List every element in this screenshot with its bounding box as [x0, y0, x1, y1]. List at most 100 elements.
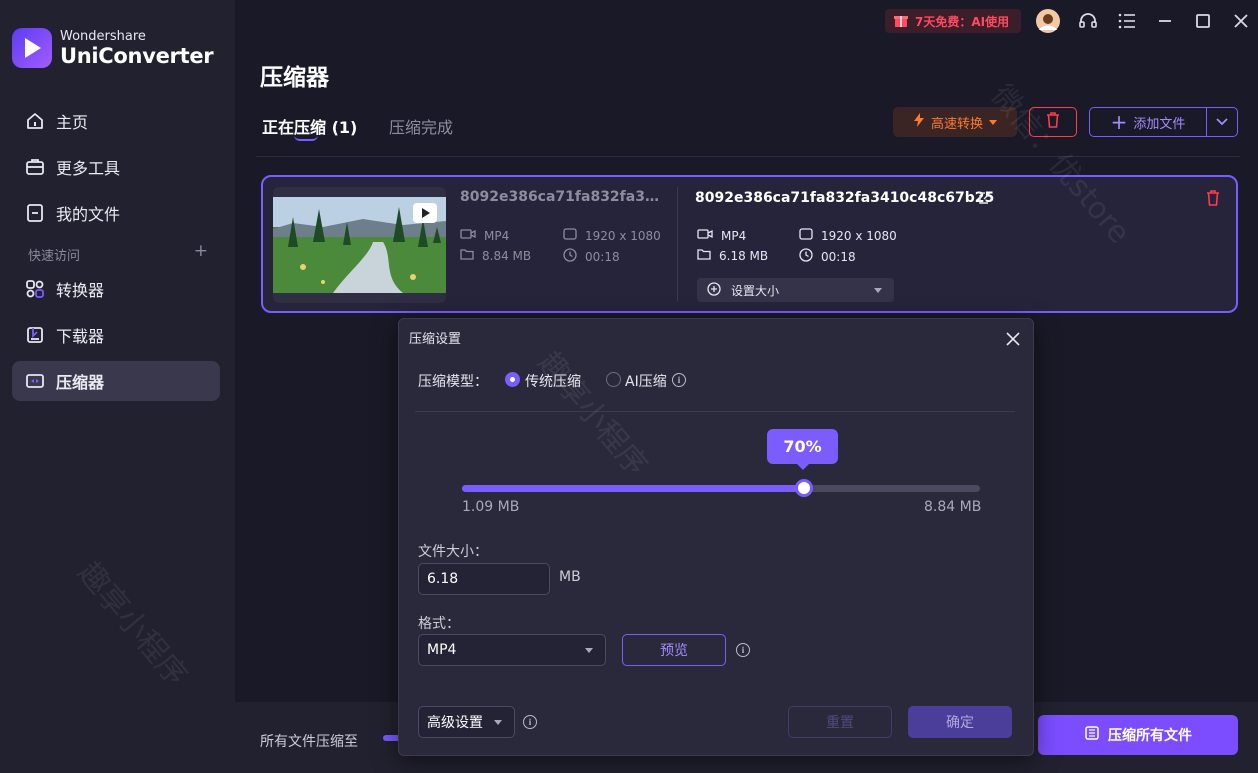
target-size-value: 6.18 MB — [719, 248, 769, 263]
file-card[interactable]: 8092e386ca71fa832fa3410c48c67b25 MP4 8.8… — [261, 175, 1238, 313]
converter-icon — [24, 278, 46, 300]
resolution-icon — [799, 228, 813, 243]
compress-all-button[interactable]: 压缩所有文件 — [1038, 715, 1238, 755]
page-title: 压缩器 — [260, 65, 329, 91]
menu-icon[interactable] — [1115, 9, 1139, 33]
clock-icon — [563, 248, 577, 265]
sidebar-item-label: 压缩器 — [56, 373, 105, 392]
file-size-input[interactable] — [418, 563, 550, 595]
minimize-icon[interactable] — [1153, 9, 1177, 33]
trash-icon[interactable] — [1206, 190, 1220, 210]
close-icon[interactable] — [1229, 9, 1253, 33]
tab-completed[interactable]: 压缩完成 — [389, 114, 453, 138]
format-label: 格式： — [418, 616, 460, 632]
source-format: MP4 — [460, 228, 509, 243]
sidebar-item-label: 我的文件 — [56, 205, 121, 224]
video-thumbnail[interactable] — [273, 187, 446, 303]
logo-icon — [12, 28, 52, 68]
sidebar-item-more-tools[interactable]: 更多工具 — [12, 147, 220, 187]
sidebar-item-downloader[interactable]: 下载器 — [12, 315, 220, 355]
slider-fill — [462, 485, 804, 492]
quick-access-label: 快速访问 — [28, 249, 81, 264]
app-logo: Wondershare UniConverter — [12, 28, 214, 68]
radio-ai[interactable] — [606, 372, 621, 387]
sidebar-item-label: 主页 — [56, 113, 89, 132]
promo-badge[interactable]: 7天免费：AI使用 — [885, 9, 1021, 33]
target-filename: 8092e386ca71fa832fa3410c48c67b25 — [695, 190, 995, 206]
sidebar-item-label: 更多工具 — [56, 159, 121, 178]
add-quick-access-button[interactable]: + — [194, 243, 208, 264]
compression-settings-dialog: 压缩设置 压缩模型： 传统压缩 AI压缩 i 70% 1.09 MB 8.84 … — [398, 318, 1034, 756]
reset-button[interactable]: 重置 — [788, 706, 892, 738]
source-resolution: 1920 x 1080 — [563, 228, 661, 243]
compressor-icon — [24, 370, 46, 392]
confirm-button[interactable]: 确定 — [908, 706, 1012, 738]
headset-icon[interactable] — [1076, 9, 1100, 33]
slider-min-label: 1.09 MB — [462, 499, 520, 515]
source-resolution-value: 1920 x 1080 — [585, 228, 661, 243]
header-divider — [256, 156, 1240, 157]
trash-icon — [1046, 112, 1060, 132]
advanced-settings-dropdown[interactable]: 高级设置 — [418, 706, 515, 738]
quick-access-header: 快速访问 + — [28, 243, 208, 265]
source-size: 8.84 MB — [460, 248, 531, 263]
delete-all-button[interactable] — [1029, 107, 1077, 137]
high-speed-button[interactable]: 高速转换 — [893, 107, 1017, 137]
video-icon — [460, 228, 476, 243]
target-format: MP4 — [697, 228, 746, 243]
folder-icon — [697, 248, 711, 263]
slider-handle[interactable] — [794, 479, 813, 497]
maximize-icon[interactable] — [1191, 9, 1215, 33]
file-size-unit: MB — [559, 569, 581, 585]
compress-icon — [1084, 725, 1100, 745]
sidebar-item-home[interactable]: 主页 — [12, 101, 220, 141]
add-file-dropdown[interactable] — [1206, 107, 1238, 137]
edit-icon[interactable] — [978, 191, 992, 209]
sidebar-item-my-files[interactable]: 我的文件 — [12, 193, 220, 233]
play-icon[interactable] — [413, 203, 437, 223]
toolbox-icon — [24, 156, 46, 178]
target-resolution: 1920 x 1080 — [799, 228, 897, 243]
video-icon — [697, 228, 713, 243]
plus-icon: + — [1110, 110, 1128, 134]
radio-traditional-label[interactable]: 传统压缩 — [525, 371, 581, 391]
home-icon — [24, 110, 46, 132]
target-resolution-value: 1920 x 1080 — [821, 228, 897, 243]
close-icon[interactable] — [1005, 331, 1021, 347]
compress-all-label: 压缩所有文件 — [1108, 728, 1192, 744]
sidebar-item-compressor[interactable]: 压缩器 — [12, 361, 220, 401]
clock-icon — [799, 248, 813, 265]
target-duration-value: 00:18 — [821, 249, 856, 264]
format-dropdown[interactable]: MP4 — [418, 634, 606, 666]
file-size-label: 文件大小： — [418, 544, 488, 560]
tab-active-indicator — [294, 135, 318, 141]
chevron-down-icon — [1216, 115, 1228, 130]
source-filename: 8092e386ca71fa832fa3410c48c67b25 — [460, 189, 665, 205]
file-icon — [24, 202, 46, 224]
radio-ai-label[interactable]: AI压缩 — [625, 371, 667, 391]
source-format-value: MP4 — [484, 228, 510, 243]
info-icon[interactable]: i — [736, 643, 750, 657]
source-duration: 00:18 — [563, 248, 620, 265]
card-divider — [677, 187, 678, 301]
avatar[interactable] — [1036, 9, 1060, 33]
dialog-title: 压缩设置 — [409, 332, 462, 347]
sidebar-item-label: 下载器 — [56, 327, 105, 346]
caret-down-icon — [874, 288, 882, 293]
size-setting-label: 设置大小 — [731, 283, 780, 298]
preview-button[interactable]: 预览 — [622, 634, 726, 666]
info-icon[interactable]: i — [672, 373, 686, 387]
info-icon[interactable]: i — [523, 715, 537, 729]
dialog-divider — [415, 411, 1015, 412]
add-file-button[interactable]: + 添加文件 — [1089, 107, 1207, 137]
high-speed-label: 高速转换 — [930, 116, 983, 132]
size-setting-dropdown[interactable]: 设置大小 — [697, 278, 894, 302]
radio-traditional[interactable] — [505, 372, 520, 387]
caret-down-icon — [989, 119, 997, 125]
brand-name: Wondershare — [60, 28, 146, 44]
sidebar-item-converter[interactable]: 转换器 — [12, 269, 220, 309]
percent-bubble: 70% — [767, 429, 838, 470]
compression-slider[interactable] — [462, 479, 980, 497]
target-format-value: MP4 — [721, 228, 747, 243]
caret-down-icon — [494, 720, 502, 725]
